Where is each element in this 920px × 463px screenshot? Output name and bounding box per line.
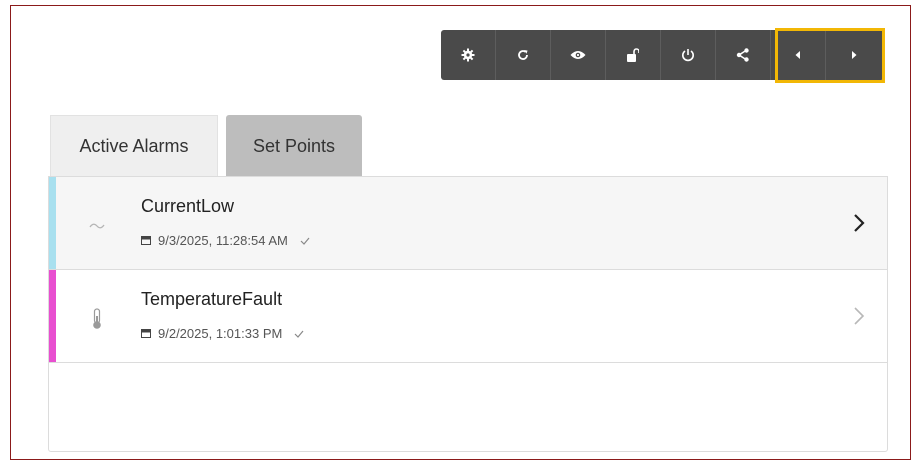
check-icon <box>294 330 304 338</box>
severity-stripe <box>49 177 56 269</box>
caret-right-icon <box>851 51 856 59</box>
alarm-meta: 9/2/2025, 1:01:33 PM <box>141 326 304 341</box>
caret-left-icon <box>795 51 800 59</box>
tab-active-alarms[interactable]: Active Alarms <box>50 115 218 177</box>
wave-icon <box>89 223 105 229</box>
tab-label: Set Points <box>252 135 336 156</box>
unlock-button[interactable] <box>606 30 661 80</box>
previous-button[interactable] <box>771 30 826 80</box>
calendar-icon <box>141 236 151 245</box>
alarm-title: TemperatureFault <box>141 289 283 309</box>
chevron-right-icon[interactable] <box>852 305 866 327</box>
alarm-timestamp: 9/2/2025, 1:01:33 PM <box>158 326 283 341</box>
tab-bar: Active Alarms Set Points <box>50 115 362 177</box>
severity-stripe <box>49 270 56 362</box>
share-button[interactable] <box>716 30 771 80</box>
gear-icon <box>461 48 475 62</box>
chevron-right-icon[interactable] <box>852 212 866 234</box>
refresh-button[interactable] <box>496 30 551 80</box>
share-icon <box>736 48 749 62</box>
refresh-icon <box>518 50 528 60</box>
alarm-timestamp: 9/3/2025, 11:28:54 AM <box>158 233 288 248</box>
power-button[interactable] <box>661 30 716 80</box>
calendar-icon <box>141 329 151 338</box>
unlock-icon <box>627 48 639 62</box>
thermometer-icon <box>93 308 101 329</box>
check-icon <box>300 237 310 245</box>
alarm-row-temperature-fault[interactable]: TemperatureFault 9/2/2025, 1:01:33 PM <box>49 270 887 363</box>
tab-label: Active Alarms <box>79 136 189 156</box>
view-button[interactable] <box>551 30 606 80</box>
settings-button[interactable] <box>441 30 496 80</box>
toolbar <box>441 30 884 80</box>
power-icon <box>682 49 694 62</box>
alarm-list: CurrentLow 9/3/2025, 11:28:54 AM Tempera… <box>48 176 888 452</box>
eye-icon <box>570 51 586 59</box>
next-button[interactable] <box>826 30 881 80</box>
alarm-row-current-low[interactable]: CurrentLow 9/3/2025, 11:28:54 AM <box>49 177 887 270</box>
alarm-meta: 9/3/2025, 11:28:54 AM <box>141 233 310 248</box>
alarm-title: CurrentLow <box>141 196 235 216</box>
tab-set-points[interactable]: Set Points <box>226 115 362 177</box>
